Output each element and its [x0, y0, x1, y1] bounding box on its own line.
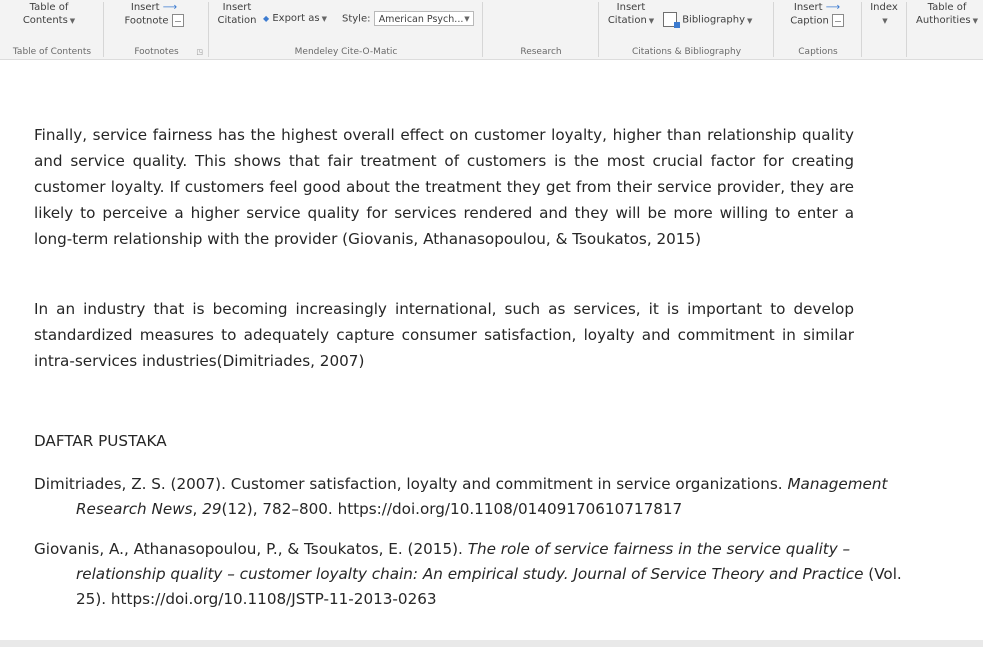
group-footnotes: Insert ⟶ Footnote Footnotes ◳: [104, 0, 209, 59]
reference-text: Giovanis, A., Athanasopoulou, P., & Tsou…: [34, 540, 468, 558]
reference-volume: 29: [202, 500, 222, 518]
chevron-down-icon: ▼: [882, 17, 888, 25]
chevron-down-icon: ▼: [747, 16, 753, 25]
table-of-contents-button[interactable]: Table of Contents ▼: [4, 1, 94, 28]
mendeley-insert-citation-button[interactable]: Insert Citation: [213, 1, 261, 27]
reference-text: ,: [192, 500, 203, 518]
footnote-button-line1: Insert: [130, 2, 160, 13]
references-heading[interactable]: DAFTAR PUSTAKA: [34, 432, 167, 450]
toc-button-line2: Contents: [22, 15, 68, 26]
arrow-icon: ⟶: [825, 2, 841, 13]
reference-text: (12), 782–800. https://doi.org/10.1108/0…: [221, 500, 683, 518]
toc-button-line1: Table of: [29, 2, 69, 13]
dialog-launcher-icon[interactable]: ◳: [196, 48, 203, 56]
style-dropdown[interactable]: American Psych... ▼: [373, 11, 474, 26]
page-bottom-gap: [0, 640, 983, 647]
caption-line2: Caption: [790, 15, 829, 27]
chevron-down-icon: ▼: [464, 15, 470, 23]
authorities-line1: Table of: [927, 2, 967, 13]
group-label-research: Research: [520, 47, 562, 57]
bibliography-label: Bibliography: [682, 14, 746, 26]
group-label-captions: Captions: [798, 47, 838, 57]
mendeley-citation-line2: Citation: [217, 15, 257, 26]
bibliography-icon: [663, 12, 680, 28]
group-label-mendeley: Mendeley Cite-O-Matic: [294, 47, 398, 57]
group-citations-bibliography: Insert Citation ▼ Bibliography ▼ Citations…: [599, 0, 774, 59]
reference-entry[interactable]: Dimitriades, Z. S. (2007). Customer sati…: [34, 472, 906, 522]
group-mendeley: Insert Citation ◆ Export as ▼ Style: Amer…: [209, 0, 483, 59]
arrow-icon: ⟶: [162, 2, 178, 13]
bibliography-button[interactable]: Bibliography ▼: [663, 12, 752, 28]
group-index: Index ▼: [862, 0, 907, 59]
footnote-icon: [171, 14, 184, 27]
group-captions: Insert ⟶ Caption Captions: [774, 0, 862, 59]
group-table-of-contents: Table of Contents ▼ Table of Contents: [0, 0, 104, 59]
export-as-button[interactable]: ◆ Export as ▼: [263, 12, 327, 26]
caption-line1: Insert: [793, 2, 823, 13]
reference-entry[interactable]: Giovanis, A., Athanasopoulou, P., & Tsou…: [34, 537, 906, 612]
footnote-button-line2: Footnote: [124, 15, 169, 27]
group-label-citations: Citations & Bibliography: [631, 47, 742, 57]
chevron-down-icon: ▼: [69, 17, 76, 25]
insert-footnote-button[interactable]: Insert ⟶ Footnote: [114, 1, 194, 28]
bullet-icon: ◆: [263, 14, 270, 23]
caption-icon: [831, 14, 844, 27]
index-label: Index: [870, 2, 898, 13]
table-of-authorities-button[interactable]: Table of Authorities ▼: [913, 1, 981, 28]
body-paragraph[interactable]: Finally, service fairness has the highes…: [34, 122, 854, 252]
export-as-label: Export as: [272, 13, 320, 24]
index-button[interactable]: Index ▼: [866, 1, 902, 28]
chevron-down-icon: ▼: [321, 15, 327, 23]
group-table-of-authorities: Table of Authorities ▼: [907, 0, 983, 59]
chevron-down-icon: ▼: [648, 17, 655, 25]
insert-citation-button[interactable]: Insert Citation ▼: [605, 1, 657, 28]
ribbon-references: Table of Contents ▼ Table of Contents Ins…: [0, 0, 983, 60]
style-selector[interactable]: Style: American Psych... ▼: [342, 11, 474, 26]
body-paragraph[interactable]: In an industry that is becoming increasi…: [34, 296, 854, 374]
style-label: Style:: [342, 13, 371, 25]
mendeley-citation-line1: Insert: [222, 2, 252, 13]
chevron-down-icon: ▼: [972, 17, 978, 25]
group-label-footnotes: Footnotes: [134, 47, 179, 57]
group-label-toc: Table of Contents: [12, 47, 92, 57]
group-research: Research: [483, 0, 599, 59]
citation-line2: Citation: [607, 15, 647, 26]
document-page[interactable]: Finally, service fairness has the highes…: [0, 60, 983, 640]
reference-text: Dimitriades, Z. S. (2007). Customer sati…: [34, 475, 788, 493]
authorities-line2: Authorities: [916, 15, 971, 26]
insert-caption-button[interactable]: Insert ⟶ Caption: [784, 1, 850, 28]
citation-line1: Insert: [616, 2, 646, 13]
style-value: American Psych...: [378, 14, 464, 25]
